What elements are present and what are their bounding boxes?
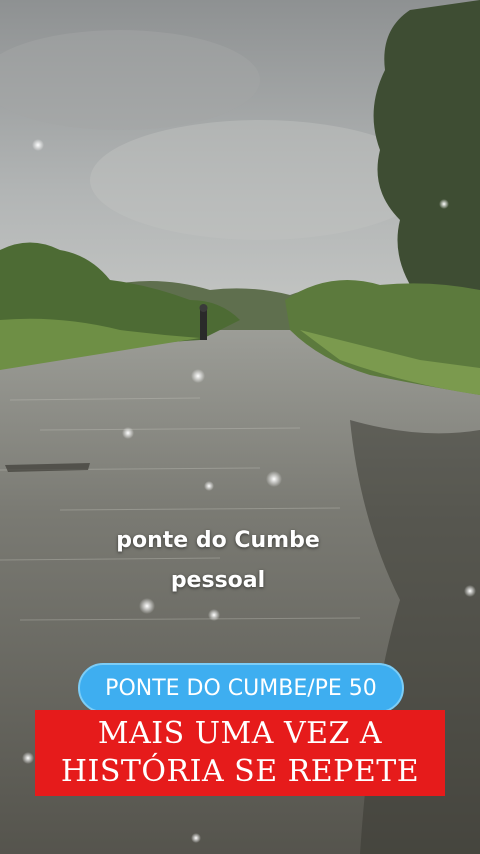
location-pill: PONTE DO CUMBE/PE 50 — [78, 663, 404, 713]
headline-banner: MAIS UMA VEZ A HISTÓRIA SE REPETE — [35, 710, 445, 796]
headline-line-2: HISTÓRIA SE REPETE — [60, 754, 420, 789]
caption-line-2: pessoal — [170, 568, 266, 593]
person — [200, 310, 207, 340]
location-pill-text: PONTE DO CUMBE/PE 50 — [105, 675, 377, 701]
caption-line-1: ponte do Cumbe — [116, 528, 320, 553]
headline-line-1: MAIS UMA VEZ A — [97, 716, 383, 751]
